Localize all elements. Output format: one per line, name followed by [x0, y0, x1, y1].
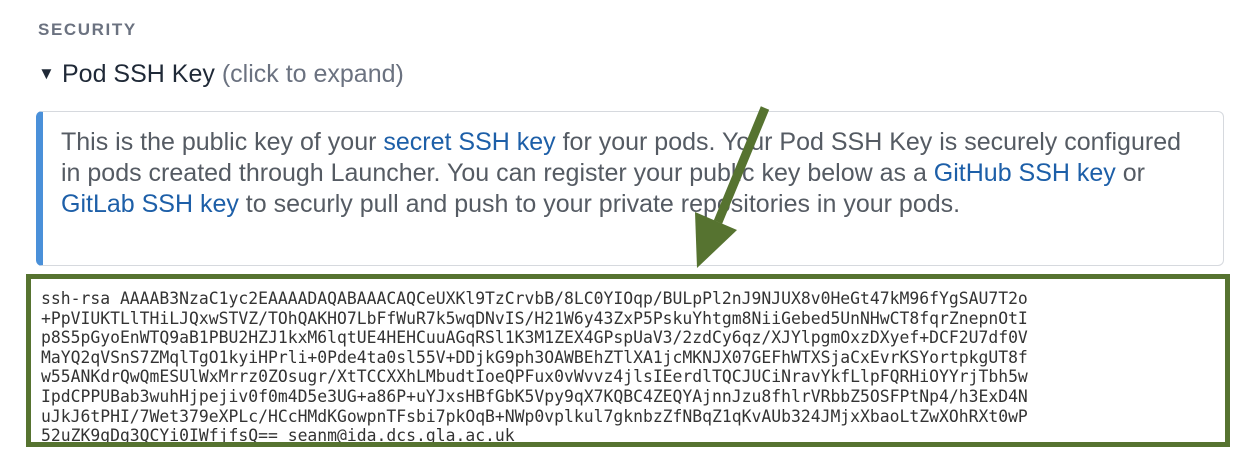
- ssh-key-label: Pod SSH Key: [62, 60, 215, 88]
- key-line: +PpVIUKTLlTHiLJQxwSTVZ/TOhQAKHO7LbFfWuR7…: [41, 308, 1028, 328]
- key-line: IpdCPPUBab3wuhHjpejiv0f0m4D5e3UG+a86P+uY…: [41, 386, 1028, 406]
- info-text-1: This is the public key of your: [61, 128, 384, 156]
- info-callout: This is the public key of your secret SS…: [36, 111, 1224, 266]
- key-line: MaYQ2qVSnS7ZMqlTgO1kyiHPrli+0Pde4ta0sl55…: [41, 347, 1028, 367]
- info-text-3: or: [1115, 159, 1145, 187]
- expand-hint: (click to expand): [221, 60, 404, 88]
- key-line: w55ANKdrQwQmESUlWxMrrz0ZOsugr/XtTCCXXhLM…: [41, 367, 1028, 387]
- ssh-key-toggle[interactable]: ▼ Pod SSH Key (click to expand): [38, 60, 404, 89]
- info-text-4: to securly pull and push to your private…: [238, 190, 961, 218]
- gitlab-ssh-key-link[interactable]: GitLab SSH key: [61, 190, 239, 218]
- key-line: 52uZK9gDg3QCYi0IWfjfsQ== seanm@ida.dcs.g…: [41, 426, 515, 446]
- key-line: uJkJ6tPHI/7Wet379eXPLc/HCcHMdKGowpnTFsbi…: [41, 406, 1028, 426]
- public-key-display[interactable]: ssh-rsa AAAAB3NzaC1yc2EAAAADAQABAAACAQCe…: [26, 274, 1230, 447]
- triangle-down-icon: ▼: [38, 64, 55, 83]
- github-ssh-key-link[interactable]: GitHub SSH key: [934, 159, 1116, 187]
- secret-ssh-key-link[interactable]: secret SSH key: [383, 128, 555, 156]
- key-line: p8S5pGyoEnWTQ9aB1PBU2HZJ1kxM6lqtUE4HEHCu…: [41, 328, 1028, 348]
- section-title: SECURITY: [38, 20, 137, 39]
- key-line: ssh-rsa AAAAB3NzaC1yc2EAAAADAQABAAACAQCe…: [41, 289, 1028, 308]
